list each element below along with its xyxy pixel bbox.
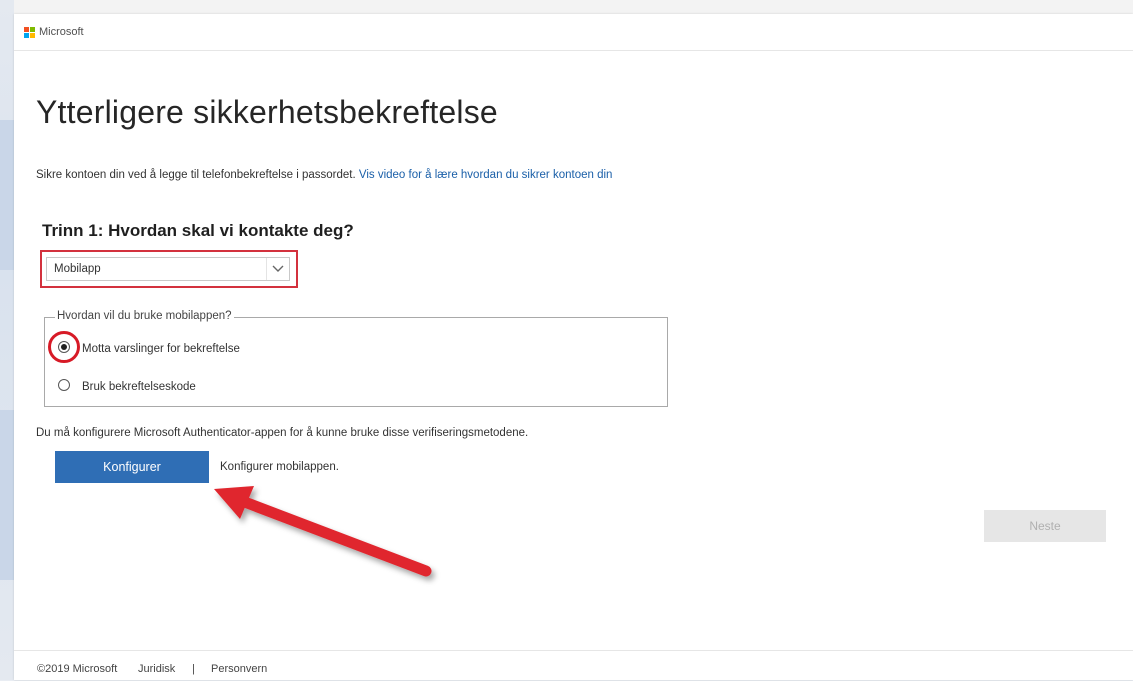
- background-panel: [0, 120, 14, 270]
- radio-label-notifications[interactable]: Motta varslinger for bekreftelse: [82, 343, 240, 355]
- microsoft-logo-icon: [24, 27, 36, 39]
- configure-button[interactable]: Konfigurer: [55, 451, 209, 483]
- chevron-down-icon[interactable]: [266, 258, 289, 280]
- brand-name: Microsoft: [39, 26, 84, 38]
- verification-page: Microsoft Ytterligere sikkerhetsbekrefte…: [14, 14, 1133, 680]
- legal-link[interactable]: Juridisk: [138, 663, 175, 675]
- page-title: Ytterligere sikkerhetsbekreftelse: [36, 94, 498, 130]
- footer: ©2019 Microsoft Juridisk | Personvern: [14, 650, 1133, 681]
- next-button[interactable]: Neste: [984, 510, 1106, 542]
- footer-separator: |: [192, 663, 195, 675]
- contact-method-select[interactable]: Mobilapp: [46, 257, 290, 281]
- radio-verification-code[interactable]: [58, 379, 70, 391]
- radio-label-verification-code[interactable]: Bruk bekreftelseskode: [82, 381, 196, 393]
- video-link[interactable]: Vis video for å lære hvordan du sikrer k…: [359, 169, 613, 181]
- mobile-app-options: Hvordan vil du bruke mobilappen? Motta v…: [44, 310, 668, 407]
- intro-text: Sikre kontoen din ved å legge til telefo…: [36, 169, 356, 181]
- annotation-circle: [48, 331, 80, 363]
- highlight-box: Mobilapp: [40, 250, 298, 288]
- privacy-link[interactable]: Personvern: [211, 663, 267, 675]
- selected-method: Mobilapp: [54, 263, 101, 275]
- options-legend: Hvordan vil du bruke mobilappen?: [55, 310, 234, 322]
- step-heading: Trinn 1: Hvordan skal vi kontakte deg?: [42, 221, 354, 240]
- window-top-edge: [0, 0, 1133, 14]
- background-panel: [0, 410, 14, 580]
- configure-hint: Konfigurer mobilappen.: [220, 461, 339, 473]
- authenticator-notice: Du må konfigurere Microsoft Authenticato…: [36, 427, 529, 439]
- header-bar: Microsoft: [14, 14, 1133, 51]
- copyright-text: ©2019 Microsoft: [37, 663, 118, 675]
- intro-paragraph: Sikre kontoen din ved å legge til telefo…: [36, 169, 612, 181]
